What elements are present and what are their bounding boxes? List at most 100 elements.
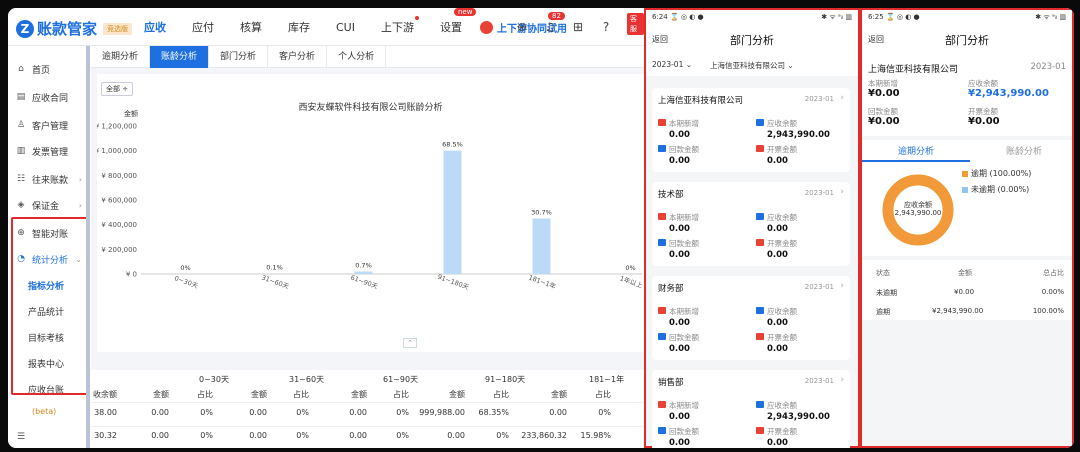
help-icon[interactable]: ? (598, 19, 614, 35)
recv-value: ¥2,943,990.00 (968, 88, 1049, 99)
row-share: 100.00% (1032, 307, 1064, 315)
metric-text: 应收余额 2,943,990.00 (767, 400, 830, 422)
bar-data-label: 30.7% (531, 209, 552, 217)
status-icons: ✱ ᯤ ᵃᵢₗ ▥ (821, 13, 852, 21)
seg-overdue[interactable]: 逾期分析 (898, 144, 934, 157)
status-time: 6:25 ⌛ ◎ ◐ ● (868, 13, 920, 21)
metric-value: 0.00 (767, 438, 788, 448)
sidebar-item-invoices[interactable]: ▥ 发票管理 (8, 142, 88, 160)
bar (354, 271, 373, 274)
metric-text: 回款金额 0.00 (669, 144, 699, 166)
sidebar-item-ledger[interactable]: ☷ 往来账款 › (8, 170, 88, 188)
metric-recv: 应收余额 0.00 (756, 306, 797, 328)
seg-aging[interactable]: 账龄分析 (1006, 144, 1042, 157)
recv-icon (756, 401, 764, 408)
add-icon[interactable]: ⊕ (514, 19, 530, 35)
legend-swatch (962, 170, 968, 177)
metric-text: 本期新增 0.00 (669, 306, 699, 328)
metric-value: 0.00 (669, 412, 690, 422)
table-cell: 0% (200, 431, 213, 440)
table-cell: 0% (296, 431, 309, 440)
metric-text: 回款金额 0.00 (669, 332, 699, 354)
nav-supply-chain[interactable]: 上下游 (380, 16, 419, 35)
sidebar-item-label: 首页 (32, 65, 51, 76)
expand-toggle-icon[interactable]: ⌃ (403, 338, 417, 348)
bell-icon[interactable]: ♫ 82 (542, 12, 565, 35)
nav-receivable[interactable]: 应收 (144, 19, 166, 35)
nav-cui[interactable]: CUI (336, 21, 355, 34)
row-amount: ¥2,943,990.00 (932, 307, 984, 315)
dept-card[interactable]: 上海信亚科技有限公司 2023-01 › 本期新增 0.00 应收余额 2,943,990.… (652, 88, 850, 172)
x-tick-label: 61~90天 (349, 273, 379, 290)
back-icon (658, 145, 666, 152)
invoice-icon (756, 427, 764, 434)
nav-payable[interactable]: 应付 (192, 19, 214, 35)
back-icon (658, 427, 666, 434)
app-logo[interactable]: Z 账款管家 竞选版 (16, 18, 133, 39)
card-period: 2023-01 (804, 377, 834, 385)
nav-settings[interactable]: 设置 new (440, 8, 477, 35)
invoice-icon (756, 239, 764, 246)
tab-overdue[interactable]: 逾期分析 (91, 46, 151, 68)
row-share: 0.00% (1041, 288, 1064, 296)
metric-label: 开票金额 (767, 239, 797, 248)
metric-recv: 应收余额 2,943,990.00 (756, 118, 830, 140)
new-icon (658, 119, 666, 126)
metric-label: 本期新增 (669, 119, 699, 128)
tab-customer[interactable]: 客户分析 (268, 46, 328, 68)
table-cell: 0% (598, 408, 611, 417)
metric-text: 回款金额 0.00 (669, 238, 699, 260)
nav-inventory[interactable]: 库存 (288, 19, 310, 35)
dept-card[interactable]: 技术部 2023-01 › 本期新增 0.00 应收余额 0.00 回款金额 0.00 开票金额 0… (652, 182, 850, 266)
table-cell: 0% (296, 408, 309, 417)
invoice-value: ¥0.00 (968, 116, 1000, 127)
metric-invoice: 开票金额 0.00 (756, 238, 797, 260)
metric-label: 应收余额 (767, 307, 797, 316)
tab-aging[interactable]: 账龄分析 (150, 46, 210, 68)
page-title: 部门分析 (730, 34, 774, 47)
metric-recv: 应收余额 2,943,990.00 (756, 400, 830, 422)
metric-text: 开票金额 0.00 (767, 426, 797, 448)
dept-card[interactable]: 销售部 2023-01 › 本期新增 0.00 应收余额 2,943,990.00 回款金额 0… (652, 370, 850, 448)
filter-bar: 2023-01 ⌄ 上海信亚科技有限公司 ⌄ (646, 54, 858, 76)
metric-back: 回款金额 0.00 (658, 332, 699, 354)
sidebar-item-home[interactable]: ⌂ 首页 (8, 60, 88, 78)
customer-service-badge[interactable]: 客服 (627, 13, 644, 35)
metric-value: 2,943,990.00 (767, 130, 830, 140)
metric-label: 回款金额 (669, 145, 699, 154)
summary-card: 上海信亚科技有限公司 2023-01 本期新增 ¥0.00 应收余额 ¥2,94… (862, 54, 1072, 136)
period-filter[interactable]: 2023-01 ⌄ (652, 60, 692, 69)
table-cell: 38.00 (94, 408, 117, 417)
metric-text: 本期新增 0.00 (669, 400, 699, 422)
table-header-cell: 占比 (197, 390, 213, 399)
table-group-header: 0~30天 (199, 375, 229, 384)
sidebar-item-label: 发票管理 (32, 147, 69, 158)
sidebar-item-customers[interactable]: ♙ 客户管理 (8, 116, 88, 134)
tab-personal[interactable]: 个人分析 (327, 46, 387, 68)
sidebar-item-deposit[interactable]: ◈ 保证金 › (8, 196, 88, 214)
y-tick-label: ¥ 0 (126, 271, 137, 279)
recv-icon (756, 307, 764, 314)
legend-overdue: 逾期 (100.00%) (962, 168, 1031, 179)
company-filter[interactable]: 上海信亚科技有限公司 ⌄ (710, 60, 794, 71)
chevron-right-icon: › (840, 93, 844, 103)
collab-icon (479, 20, 493, 34)
metric-value: 0.00 (767, 156, 788, 166)
phone-status-bar: 6:24 ⌛ ◎ ◐ ● ✱ ᯤ ᵃᵢₗ ▥ (646, 10, 858, 24)
sidebar-scrollbar[interactable] (86, 46, 90, 448)
table-header-cell: 金额 (351, 390, 367, 399)
sidebar-item-label: 往来账款 (32, 175, 69, 186)
donut-center-value: 2,943,990.00 (894, 209, 942, 217)
metric-label: 开票金额 (767, 333, 797, 342)
apps-grid-icon[interactable]: ⊞ (570, 19, 586, 35)
nav-accounting[interactable]: 核算 (240, 19, 262, 35)
y-tick-label: ¥ 1,200,000 (97, 123, 137, 131)
dept-card[interactable]: 财务部 2023-01 › 本期新增 0.00 应收余额 0.00 回款金额 0.00 开票金额 0… (652, 276, 850, 360)
contract-icon: ▤ (16, 92, 26, 102)
nav-supply-chain-label: 上下游 (380, 21, 414, 34)
metric-value: 0.00 (669, 438, 690, 448)
sidebar-item-contracts[interactable]: ▤ 应收合同 (8, 88, 88, 106)
tab-department[interactable]: 部门分析 (209, 46, 269, 68)
beta-label: (beta) (32, 407, 57, 416)
metric-value: 0.00 (767, 318, 788, 328)
